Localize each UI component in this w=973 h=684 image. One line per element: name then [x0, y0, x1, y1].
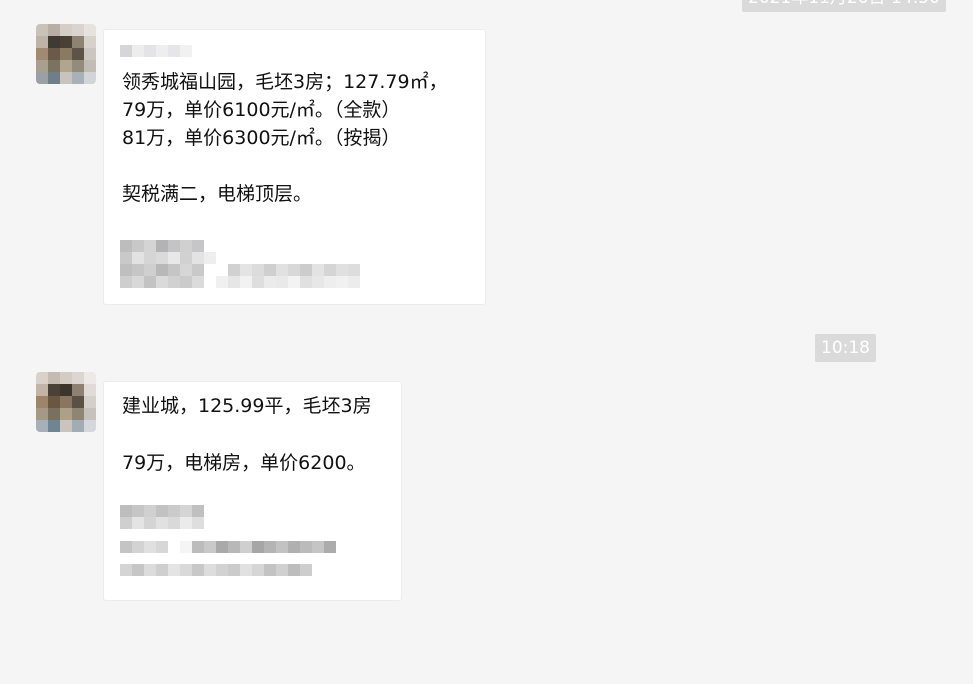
redacted-text	[120, 252, 216, 264]
message-line: 79万，电梯房，单价6200。	[122, 452, 366, 474]
redacted-text	[120, 240, 204, 252]
timestamp-top: 2021年11月20日 14:50	[742, 0, 946, 12]
chat-window: 2021年11月20日 14:50 领秀城福山园，毛坯3房；127.79㎡， 7…	[0, 0, 973, 684]
redacted-text	[120, 276, 360, 288]
message-bubble[interactable]: 领秀城福山园，毛坯3房；127.79㎡， 79万，单价6100元/㎡。（全款） …	[103, 29, 486, 305]
redacted-text	[120, 264, 360, 276]
message-line: 81万，单价6300元/㎡。（按揭）	[122, 127, 401, 149]
message-line: 79万，单价6100元/㎡。（全款）	[122, 99, 401, 121]
redacted-text	[120, 541, 336, 553]
redacted-text	[120, 505, 204, 517]
message-line: 建业城，125.99平，毛坯3房	[122, 395, 372, 417]
timestamp-middle: 10:18	[815, 334, 876, 362]
message-line: 领秀城福山园，毛坯3房；127.79㎡，	[122, 71, 448, 93]
avatar[interactable]	[36, 24, 96, 84]
avatar[interactable]	[36, 372, 96, 432]
redacted-text	[120, 564, 312, 576]
message-line: 契税满二，电梯顶层。	[122, 183, 313, 205]
message-bubble[interactable]: 建业城，125.99平，毛坯3房 79万，电梯房，单价6200。	[103, 381, 402, 601]
redacted-sender-name	[120, 45, 192, 57]
redacted-text	[120, 517, 204, 529]
